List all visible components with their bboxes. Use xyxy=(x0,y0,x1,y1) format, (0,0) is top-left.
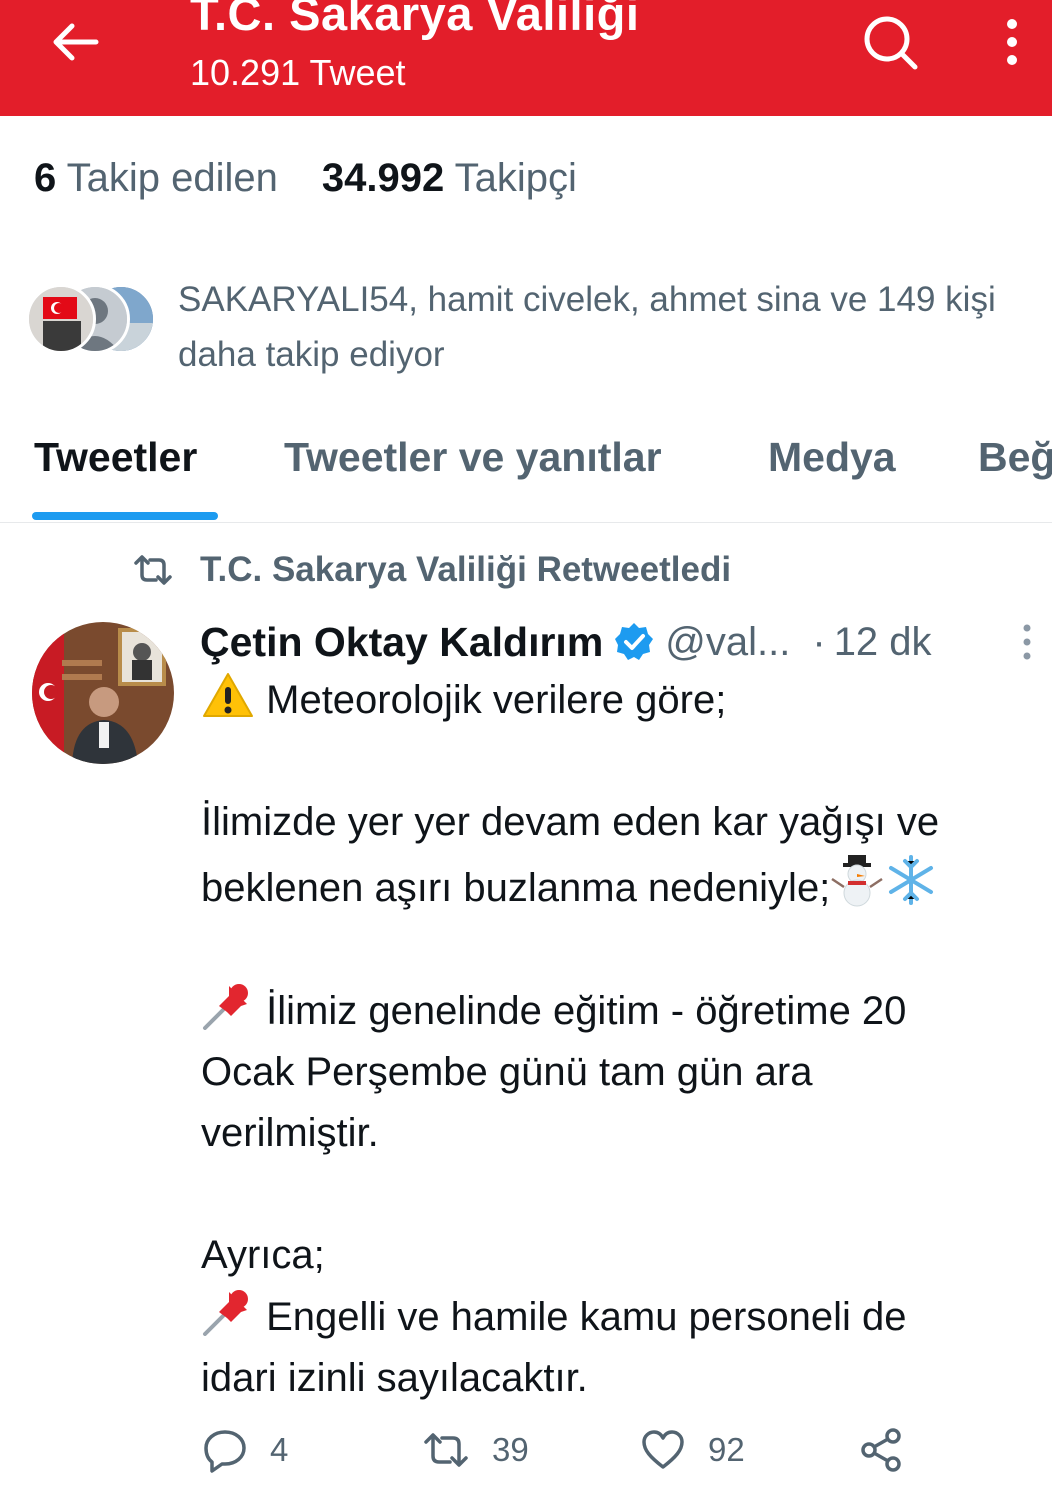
like-button[interactable]: 92 xyxy=(640,1420,745,1480)
author-name[interactable]: Çetin Oktay Kaldırım xyxy=(200,619,603,666)
tweet-header: Çetin Oktay Kaldırım @val... · 12 dk xyxy=(200,614,1052,670)
active-tab-indicator xyxy=(32,512,218,520)
following-link[interactable]: 6 Takip edilen xyxy=(34,156,278,200)
author-avatar[interactable] xyxy=(32,622,174,764)
verified-badge-icon xyxy=(615,623,654,660)
followers-count: 34.992 xyxy=(321,156,445,200)
warning-icon xyxy=(203,673,253,717)
tweet-line: İlimizde yer yer devam eden kar yağışı v… xyxy=(201,800,940,844)
tweet-line: Ayrıca; xyxy=(201,1233,325,1277)
more-options-button[interactable] xyxy=(990,10,1034,74)
tweet-line: Meteorolojik verilere göre; xyxy=(201,670,1041,731)
profile-header-bar: T.C. Sakarya Valiliği 10.291 Tweet xyxy=(0,0,1052,116)
tweet-line: beklenen aşırı buzlanma nedeniyle; xyxy=(201,853,1041,919)
tweet-timestamp[interactable]: 12 dk xyxy=(834,620,932,665)
followed-by-text[interactable]: SAKARYALI54, hamit civelek, ahmet sina v… xyxy=(178,272,1048,382)
profile-name-title: T.C. Sakarya Valiliği xyxy=(190,0,640,40)
retweet-icon xyxy=(424,1433,468,1467)
separator-dot: · xyxy=(812,619,826,664)
tweet-line: Engelli ve hamile kamu personeli de xyxy=(201,1286,1041,1348)
snowman-icon xyxy=(831,855,883,907)
followers-label: Takipçi xyxy=(454,156,577,200)
tab-media[interactable]: Medya xyxy=(768,434,896,481)
share-icon xyxy=(861,1428,901,1472)
tab-likes[interactable]: Beğ xyxy=(978,434,1052,481)
retweet-button[interactable]: 39 xyxy=(422,1420,529,1480)
tab-tweets-and-replies[interactable]: Tweetler ve yanıtlar xyxy=(284,434,662,481)
following-label: Takip edilen xyxy=(66,156,278,200)
tweet-line: idari izinli sayılacaktır. xyxy=(201,1356,588,1400)
snowflake-icon xyxy=(889,855,934,905)
retweet-count: 39 xyxy=(492,1431,529,1468)
profile-tabs: Tweetler Tweetler ve yanıtlar Medya Beğ xyxy=(0,410,1052,523)
reply-count: 4 xyxy=(270,1431,289,1468)
follower-avatar-1 xyxy=(26,284,96,354)
pushpin-icon xyxy=(203,1290,248,1336)
tweet-text: Meteorolojik verilere göre; İlimizde yer… xyxy=(201,670,1041,1409)
followers-link[interactable]: 34.992 Takipçi xyxy=(322,156,577,200)
tweet-options-button[interactable] xyxy=(1012,620,1042,664)
more-vertical-icon xyxy=(1023,624,1031,660)
search-button[interactable] xyxy=(858,10,922,74)
followed-by-avatars[interactable] xyxy=(26,284,176,354)
reply-icon xyxy=(204,1430,246,1473)
tweet-count: 10.291 Tweet xyxy=(190,52,406,93)
following-count: 6 xyxy=(34,156,57,200)
follow-stats: 6 Takip edilen 34.992 Takipçi xyxy=(34,156,577,201)
search-icon xyxy=(864,16,918,70)
pushpin-icon xyxy=(203,984,248,1030)
tweet-actions: 4 39 92 xyxy=(200,1420,1020,1480)
tweet-line: İlimiz genelinde eğitim - öğretime 20 xyxy=(201,980,1041,1042)
retweet-context[interactable]: T.C. Sakarya Valiliği Retweetledi xyxy=(132,546,731,594)
tweet-line: Ocak Perşembe günü tam gün ara xyxy=(201,1050,813,1094)
author-handle[interactable]: @val... xyxy=(665,620,790,665)
retweet-label: T.C. Sakarya Valiliği Retweetledi xyxy=(200,550,732,589)
back-arrow-icon xyxy=(53,23,99,61)
heart-icon xyxy=(642,1430,684,1469)
reply-button[interactable]: 4 xyxy=(202,1420,288,1480)
back-button[interactable] xyxy=(40,14,110,70)
tweet-line: verilmiştir. xyxy=(201,1111,379,1155)
retweet-icon xyxy=(134,555,172,585)
tab-tweets[interactable]: Tweetler xyxy=(34,434,197,481)
more-vertical-icon xyxy=(1007,19,1017,65)
share-button[interactable] xyxy=(858,1420,904,1480)
like-count: 92 xyxy=(708,1431,745,1468)
